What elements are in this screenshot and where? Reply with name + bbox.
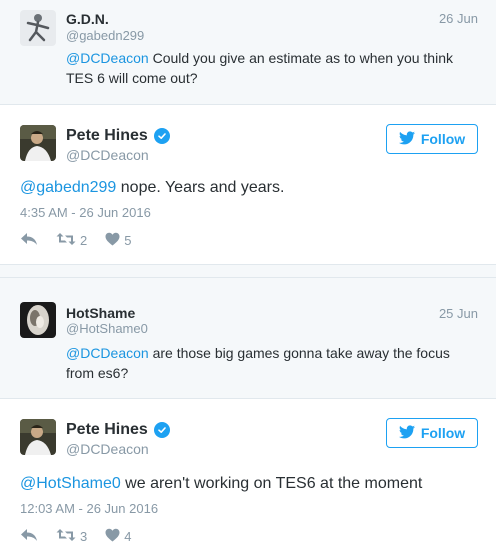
heart-icon <box>105 528 120 545</box>
tweet-body: nope. Years and years. <box>116 179 285 196</box>
tweet-body: we aren't working on TES6 at the moment <box>120 475 423 492</box>
tweet-date[interactable]: 25 Jun <box>439 306 478 321</box>
avatar[interactable] <box>20 302 56 338</box>
reply-tweet-hotshame: HotShame @HotShame0 25 Jun @DCDeacon are… <box>0 278 496 398</box>
author-name-text[interactable]: Pete Hines <box>66 127 148 145</box>
twitter-bird-icon <box>398 130 415 148</box>
retweet-icon <box>56 232 76 249</box>
like-button[interactable]: 5 <box>105 232 131 249</box>
follow-button-label: Follow <box>420 425 466 441</box>
like-count: 5 <box>124 233 132 248</box>
reply-tweet-gdn: G.D.N. @gabedn299 26 Jun @DCDeacon Could… <box>0 0 496 104</box>
follow-button[interactable]: Follow <box>386 418 478 448</box>
reply-button[interactable] <box>20 528 38 545</box>
author-name[interactable]: G.D.N. <box>66 11 109 27</box>
retweet-button[interactable]: 2 <box>56 232 87 249</box>
tweet-text: @HotShame0 we aren't working on TES6 at … <box>20 473 480 495</box>
avatar[interactable] <box>20 125 56 161</box>
author-name[interactable]: HotShame <box>66 305 135 321</box>
retweet-count: 2 <box>80 233 88 248</box>
reply-icon <box>20 528 38 545</box>
avatar[interactable] <box>20 419 56 455</box>
author-handle[interactable]: @DCDeacon <box>66 147 149 163</box>
main-tweet-pete-2: Pete Hines @DCDeacon Follow @HotShame0 w… <box>0 398 496 557</box>
verified-badge-icon <box>153 422 170 438</box>
like-button[interactable]: 4 <box>105 528 131 545</box>
mention-link[interactable]: @DCDeacon <box>66 50 149 66</box>
tweet-actions: 3 4 <box>20 528 131 545</box>
author-name-text[interactable]: Pete Hines <box>66 421 148 439</box>
main-tweet-pete-1: Pete Hines @DCDeacon Follow @gabedn299 n… <box>0 104 496 264</box>
mention-link[interactable]: @gabedn299 <box>20 179 116 196</box>
mention-link[interactable]: @HotShame0 <box>20 475 121 492</box>
reply-icon <box>20 232 38 249</box>
author-handle[interactable]: @DCDeacon <box>66 441 149 457</box>
tweet-actions: 2 5 <box>20 232 131 249</box>
retweet-count: 3 <box>80 529 88 544</box>
author-handle[interactable]: @gabedn299 <box>66 28 144 43</box>
retweet-button[interactable]: 3 <box>56 528 87 545</box>
tweet-timestamp[interactable]: 12:03 AM - 26 Jun 2016 <box>20 501 158 516</box>
tweet-date[interactable]: 26 Jun <box>439 11 478 26</box>
tweet-separator <box>0 264 496 278</box>
like-count: 4 <box>124 529 132 544</box>
author-name: Pete Hines <box>66 421 170 439</box>
author-name: Pete Hines <box>66 127 170 145</box>
avatar[interactable] <box>20 10 56 46</box>
mention-link[interactable]: @DCDeacon <box>66 345 149 361</box>
tweet-text: @DCDeacon Could you give an estimate as … <box>66 48 476 88</box>
follow-button-label: Follow <box>420 131 466 147</box>
tweet-timestamp[interactable]: 4:35 AM - 26 Jun 2016 <box>20 205 151 220</box>
reply-button[interactable] <box>20 232 38 249</box>
verified-badge-icon <box>153 128 170 144</box>
tweet-text: @DCDeacon are those big games gonna take… <box>66 343 476 383</box>
follow-button[interactable]: Follow <box>386 124 478 154</box>
retweet-icon <box>56 528 76 545</box>
heart-icon <box>105 232 120 249</box>
tweet-text: @gabedn299 nope. Years and years. <box>20 177 480 199</box>
twitter-bird-icon <box>398 424 415 442</box>
author-handle[interactable]: @HotShame0 <box>66 321 148 336</box>
